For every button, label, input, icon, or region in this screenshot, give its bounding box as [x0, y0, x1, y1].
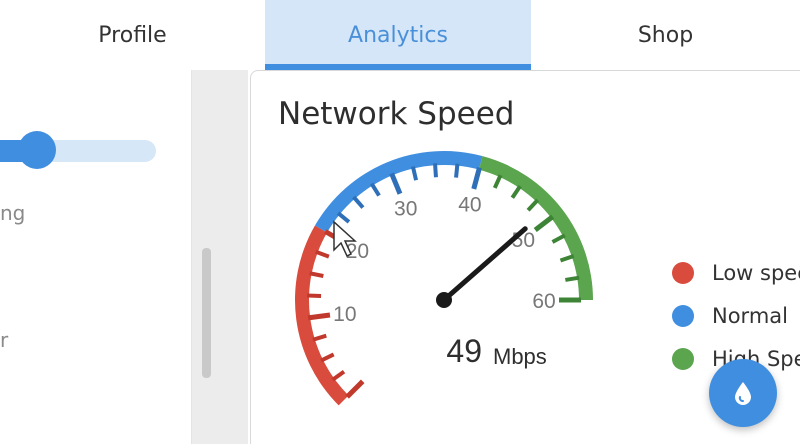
- gauge-minor-tick: [331, 370, 346, 382]
- gauge-major-tick: [389, 172, 403, 195]
- gauge-minor-tick: [565, 275, 580, 282]
- gauge-major-tick: [345, 379, 365, 399]
- speed-gauge: 102030 405060 49 Mbps: [295, 151, 593, 406]
- gauge-needle: [441, 226, 528, 303]
- gauge-tick-label: 60: [532, 290, 555, 313]
- gauge-major-tick: [533, 214, 555, 232]
- gauge-major-tick: [471, 167, 482, 190]
- gauge-minor-tick: [336, 211, 351, 224]
- gauge-minor-tick: [492, 174, 503, 189]
- gauge-minor-tick: [551, 233, 566, 244]
- gauge-minor-tick: [454, 163, 460, 178]
- gauge-minor-tick: [369, 182, 381, 197]
- gauge-value: 49: [446, 333, 482, 369]
- gauge-tick-label: 10: [333, 303, 356, 326]
- gauge-minor-tick: [410, 166, 419, 181]
- gauge-minor-tick: [559, 254, 575, 263]
- gauge-tick-label: 40: [458, 193, 481, 216]
- gauge-minor-tick: [312, 333, 327, 342]
- gauge-unit: Mbps: [493, 344, 547, 369]
- gauge-minor-tick: [526, 198, 540, 212]
- gauge-tick-label: 30: [394, 198, 417, 221]
- gauge-minor-tick: [309, 271, 324, 278]
- gauge-minor-tick: [352, 195, 365, 209]
- gauge-minor-tick: [320, 352, 335, 363]
- gauge-major-tick: [307, 312, 331, 321]
- water-drop-icon: [735, 382, 751, 405]
- fab-button[interactable]: [709, 359, 777, 427]
- gauge-pivot: [436, 292, 452, 308]
- gauge-minor-tick: [315, 249, 330, 259]
- gauge-minor-tick: [510, 184, 522, 199]
- gauge-minor-tick: [433, 163, 438, 178]
